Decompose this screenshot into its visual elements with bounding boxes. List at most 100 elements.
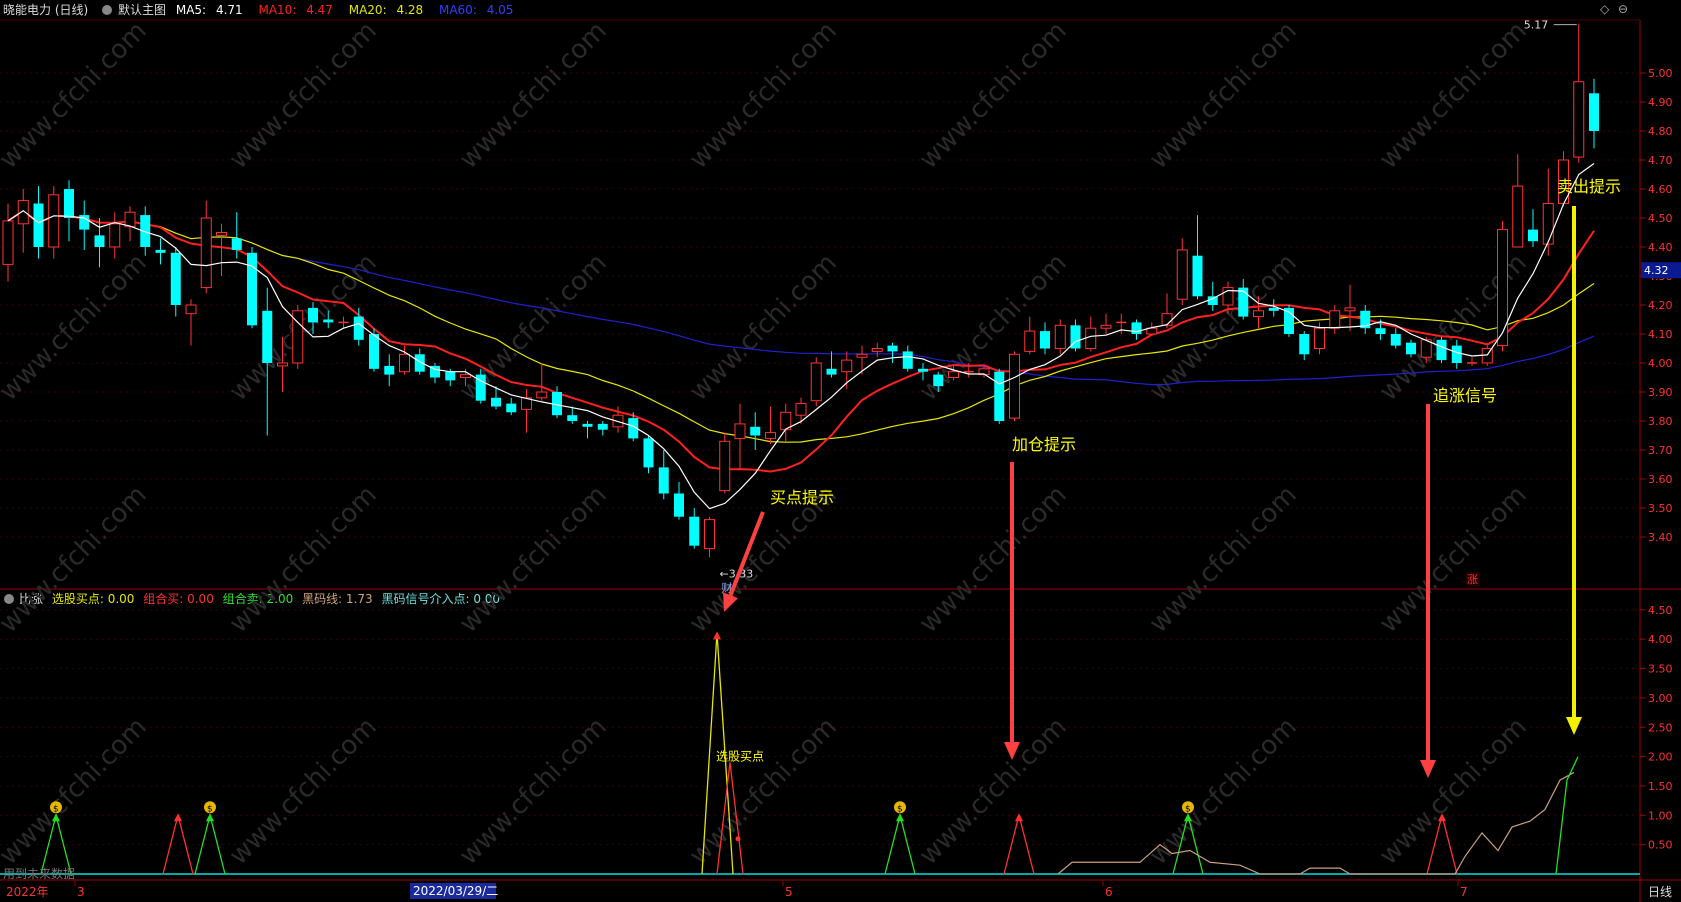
candle[interactable] <box>1009 351 1020 421</box>
candle[interactable] <box>1589 78 1599 149</box>
svg-text:$: $ <box>53 804 59 814</box>
candle[interactable] <box>1040 322 1050 355</box>
candle[interactable] <box>597 421 608 436</box>
watermark-text: www.cfchi.com <box>0 16 153 175</box>
candle[interactable] <box>887 342 898 363</box>
candle[interactable] <box>780 403 792 442</box>
watermark-text: www.cfchi.com <box>914 16 1073 175</box>
candle[interactable] <box>338 316 349 329</box>
candle[interactable] <box>1131 319 1142 340</box>
price-tick-label: 4.90 <box>1648 96 1673 109</box>
candle[interactable] <box>1390 328 1401 349</box>
candle[interactable] <box>994 368 1005 424</box>
candle[interactable] <box>810 357 822 407</box>
period-button[interactable]: 日线 <box>1648 885 1672 899</box>
candle[interactable] <box>247 247 257 329</box>
candle[interactable] <box>1085 316 1097 352</box>
candle[interactable] <box>1054 319 1066 355</box>
watermark-text: www.cfchi.com <box>454 712 613 871</box>
candle[interactable] <box>1467 357 1477 366</box>
candle[interactable] <box>765 406 776 445</box>
candle[interactable] <box>704 516 715 558</box>
watermark-text: www.cfchi.com <box>1144 16 1303 175</box>
month-label: 6 <box>1105 885 1113 899</box>
candle[interactable] <box>902 345 913 372</box>
candle[interactable] <box>1573 23 1585 163</box>
candle[interactable] <box>216 223 227 276</box>
candle[interactable] <box>124 206 136 242</box>
watermark-text: www.cfchi.com <box>1374 16 1533 175</box>
candle[interactable] <box>1329 305 1341 334</box>
candle[interactable] <box>826 351 837 378</box>
candle[interactable] <box>795 397 807 424</box>
candle[interactable] <box>521 389 532 433</box>
watermark-text: www.cfchi.com <box>0 480 153 639</box>
add-arrow <box>1004 462 1020 760</box>
high-price-label: 5.17 <box>1524 19 1549 32</box>
candle[interactable] <box>1436 336 1447 363</box>
candle[interactable] <box>430 363 440 384</box>
candle[interactable] <box>170 247 181 317</box>
combo-buy-spike <box>162 815 194 875</box>
month-label: 3 <box>77 885 85 899</box>
candle[interactable] <box>2 203 14 282</box>
candle[interactable] <box>536 363 548 401</box>
candle[interactable] <box>1284 305 1294 337</box>
candle[interactable] <box>1176 238 1188 305</box>
pick-buy-label: 选股买点 <box>716 750 764 764</box>
selected-date-label: 2022/03/29/二 <box>413 884 498 898</box>
watermark-text: www.cfchi.com <box>454 480 613 639</box>
candle[interactable] <box>1528 209 1538 247</box>
sell-arrow <box>1566 206 1582 735</box>
candle[interactable] <box>262 287 273 436</box>
candle[interactable] <box>200 200 212 294</box>
price-tick-label: 4.40 <box>1648 241 1673 254</box>
candle[interactable] <box>79 200 90 250</box>
candle[interactable] <box>1024 316 1036 355</box>
candle[interactable] <box>48 186 60 259</box>
candle[interactable] <box>658 450 669 500</box>
candle[interactable] <box>1100 313 1112 334</box>
candle[interactable] <box>109 212 121 259</box>
indicator-tick-label: 0.50 <box>1648 839 1673 852</box>
price-tick-label: 4.80 <box>1648 125 1673 138</box>
candle[interactable] <box>1512 154 1524 248</box>
candle[interactable] <box>1161 293 1173 329</box>
indicator-tick-label: 1.00 <box>1648 809 1673 822</box>
black-code-line <box>1057 771 1575 875</box>
candle[interactable] <box>1070 319 1081 352</box>
candle[interactable] <box>582 421 593 439</box>
sell-hint-label: 卖出提示 <box>1557 177 1621 196</box>
watermark-text: www.cfchi.com <box>1144 712 1303 871</box>
candle[interactable] <box>689 508 700 549</box>
buy-hint-label: 买点提示 <box>770 488 834 507</box>
candle[interactable] <box>384 354 395 387</box>
candle[interactable] <box>292 305 304 369</box>
candle[interactable] <box>643 435 654 474</box>
watermark-text: www.cfchi.com <box>0 248 153 407</box>
candle[interactable] <box>1360 305 1371 334</box>
price-tick-label: 4.20 <box>1648 299 1673 312</box>
candle[interactable] <box>750 412 761 450</box>
indicator-tick-label: 4.00 <box>1648 633 1673 646</box>
candle[interactable] <box>856 345 868 375</box>
candle[interactable] <box>719 432 731 494</box>
candle[interactable] <box>506 397 517 416</box>
candle[interactable] <box>1192 215 1203 300</box>
candle[interactable] <box>185 299 197 346</box>
candle[interactable] <box>1344 284 1356 332</box>
candle[interactable] <box>674 481 684 520</box>
candle[interactable] <box>734 403 746 471</box>
year-label: 2022年 <box>6 885 49 899</box>
candle[interactable] <box>155 238 166 265</box>
candle[interactable] <box>64 180 74 242</box>
candle[interactable] <box>871 342 883 358</box>
candle[interactable] <box>1299 331 1310 361</box>
indicator-tick-label: 1.50 <box>1648 780 1673 793</box>
candlestick-chart[interactable]: www.cfchi.com www.cfchi.com www.cfchi.com w… <box>0 0 1681 902</box>
svg-text:$: $ <box>1185 804 1191 814</box>
candle[interactable] <box>17 189 29 253</box>
candle[interactable] <box>567 406 578 424</box>
price-tick-label: 4.00 <box>1648 357 1673 370</box>
price-tick-label: 5.00 <box>1648 67 1673 80</box>
